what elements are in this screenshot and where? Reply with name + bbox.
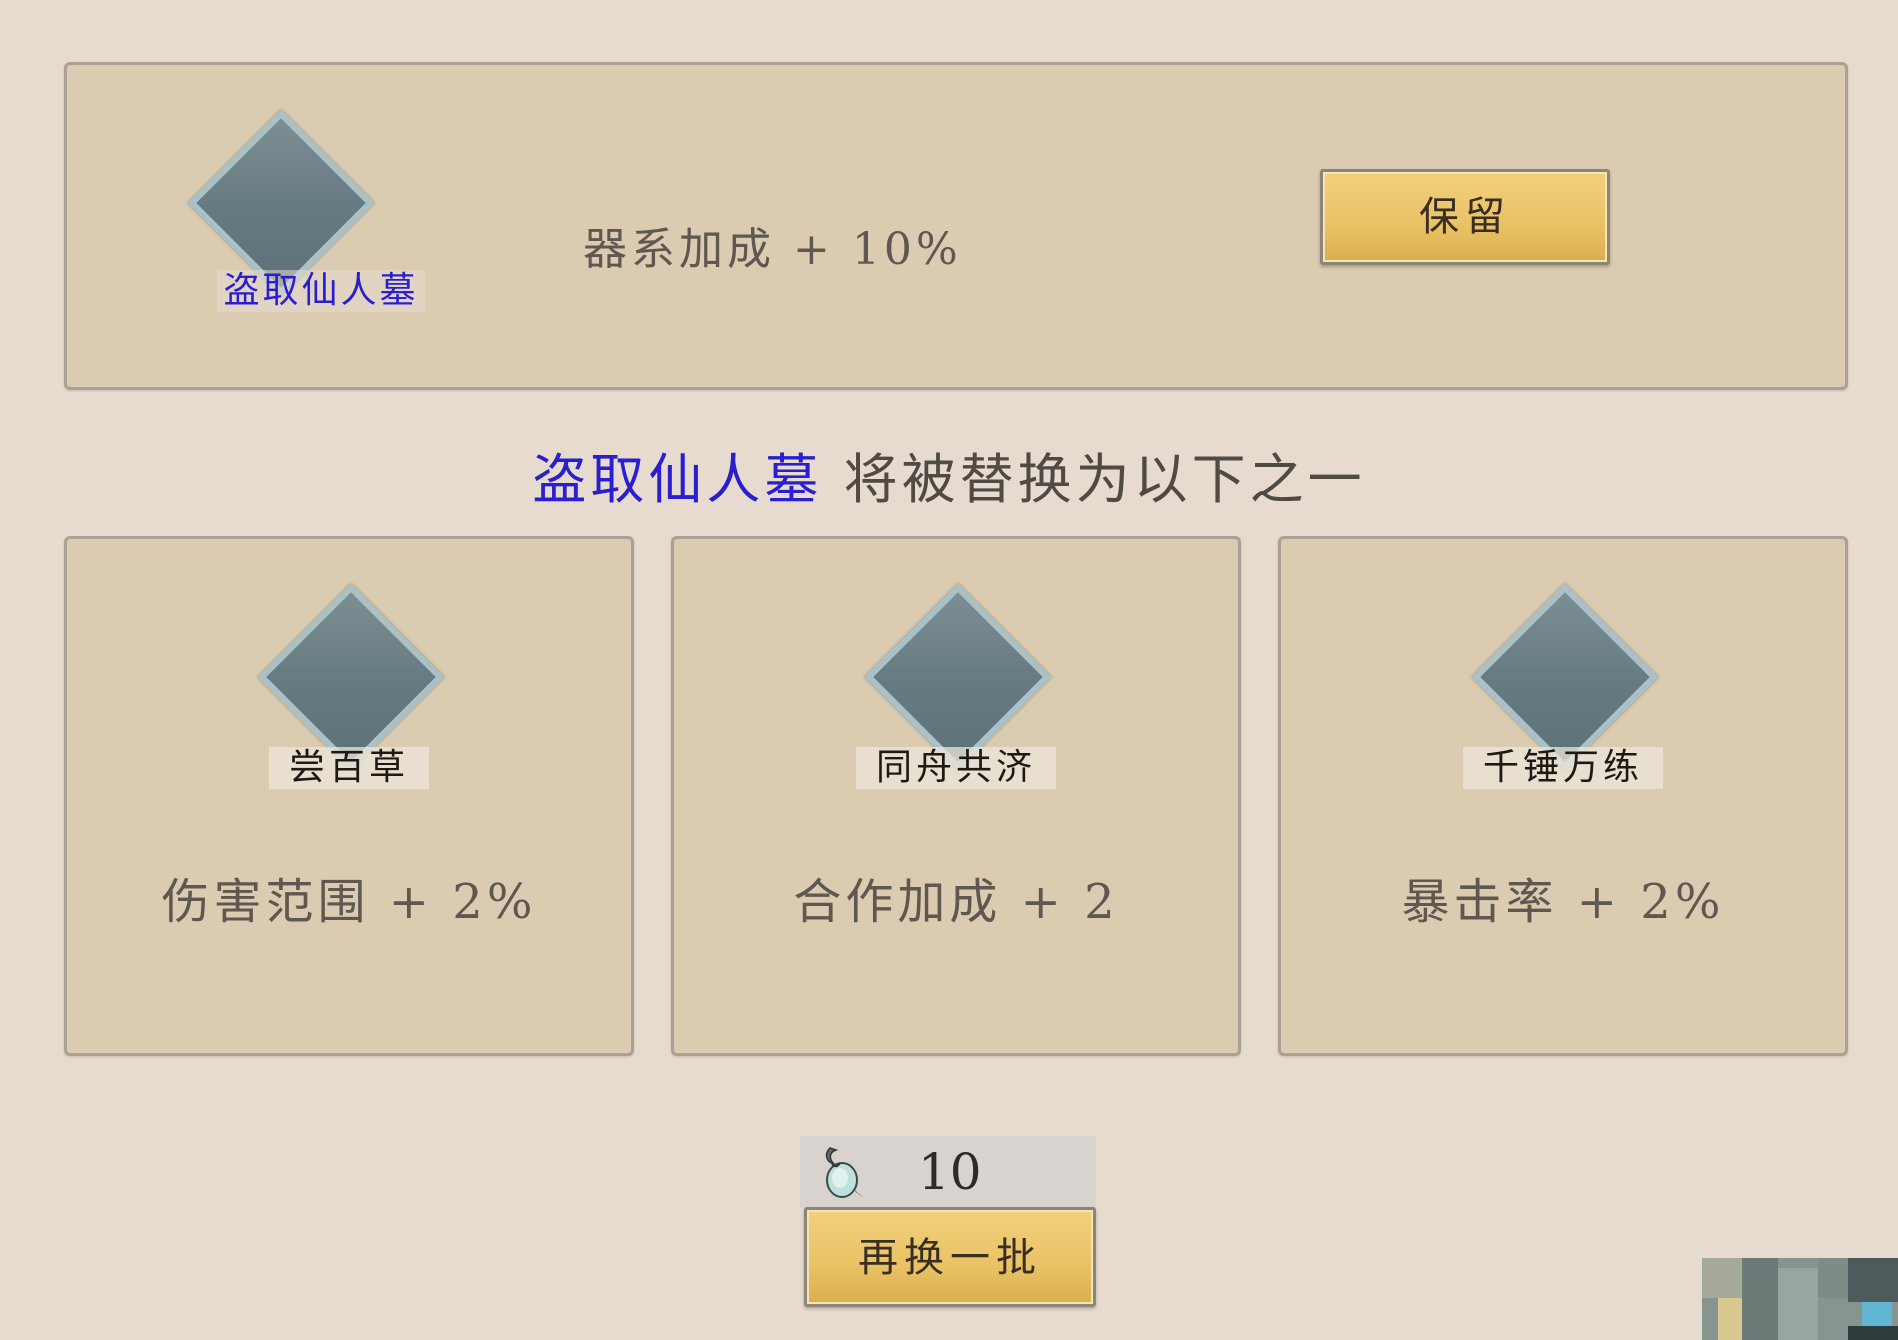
option-effect: 合作加成 + 2	[793, 874, 1119, 930]
diamond-gem-icon	[257, 583, 445, 771]
replace-prompt: 盗取仙人墓 将被替换为以下之一	[0, 435, 1898, 514]
option-effect: 伤害范围 + 2%	[161, 874, 537, 930]
option-card-1[interactable]: 尝百草 伤害范围 + 2%	[64, 536, 634, 1056]
option-name-wrapper: 尝百草	[67, 747, 631, 789]
option-name-wrapper: 千锤万练	[1281, 747, 1845, 789]
corner-minimap[interactable]	[1702, 1258, 1898, 1340]
diamond-gem-icon	[187, 109, 375, 297]
diamond-gem-icon	[864, 583, 1052, 771]
current-skill-effect: 器系加成 + 10%	[583, 224, 962, 275]
option-name: 千锤万练	[1462, 747, 1663, 789]
prompt-skill-name: 盗取仙人墓	[532, 448, 823, 511]
refresh-button[interactable]: 再换一批	[804, 1207, 1096, 1307]
current-skill-name: 盗取仙人墓	[217, 270, 425, 312]
minimap-tile	[1778, 1268, 1818, 1340]
minimap-tile	[1862, 1302, 1892, 1326]
option-name: 同舟共济	[855, 747, 1056, 789]
option-name: 尝百草	[268, 747, 429, 789]
option-card-3[interactable]: 千锤万练 暴击率 + 2%	[1278, 536, 1848, 1056]
minimap-tile	[1718, 1298, 1742, 1340]
option-name-wrapper: 同舟共济	[674, 747, 1238, 789]
option-card-2[interactable]: 同舟共济 合作加成 + 2	[671, 536, 1241, 1056]
minimap-tile	[1742, 1258, 1778, 1340]
minimap-tile	[1848, 1326, 1898, 1340]
minimap-tile	[1848, 1258, 1898, 1302]
diamond-gem-icon	[1471, 583, 1659, 771]
cost-value: 10	[918, 1143, 982, 1201]
jade-pendant-icon	[825, 1147, 864, 1198]
prompt-text: 将被替换为以下之一	[843, 448, 1366, 511]
minimap-tile	[1702, 1258, 1742, 1298]
refresh-cost: 10	[800, 1136, 1096, 1208]
keep-button[interactable]: 保留	[1320, 169, 1610, 265]
minimap-tile	[1818, 1258, 1848, 1298]
option-effect: 暴击率 + 2%	[1401, 874, 1725, 930]
